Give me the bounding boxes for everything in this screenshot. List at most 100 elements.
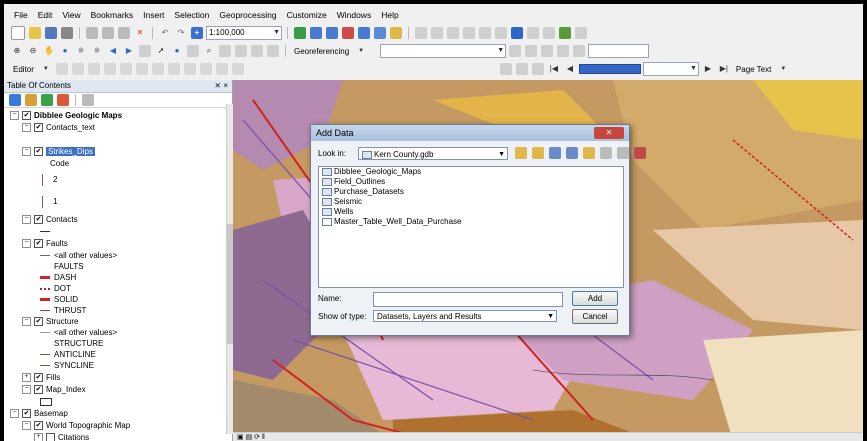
menu-file[interactable]: File	[14, 10, 28, 24]
toc-layer-structure[interactable]: − ✔ Structure	[22, 316, 78, 327]
checkbox-icon[interactable]: ✔	[34, 215, 43, 225]
toc-scrollbar[interactable]	[226, 104, 233, 434]
toolbar-icon[interactable]	[251, 45, 263, 57]
cancel-button[interactable]: Cancel	[572, 309, 618, 324]
catalog-icon[interactable]	[600, 147, 612, 159]
checkbox-icon[interactable]: ✔	[34, 123, 43, 133]
toolbar-icon[interactable]	[515, 63, 528, 75]
previous-page-icon[interactable]: ◀	[564, 63, 576, 75]
list-item[interactable]: Wells	[319, 207, 623, 217]
toolbar-icon[interactable]	[167, 63, 180, 75]
home-folder-icon[interactable]	[532, 147, 544, 159]
options-icon[interactable]	[82, 94, 94, 106]
collapse-icon[interactable]: −	[22, 385, 31, 395]
editor-menu[interactable]: Editor	[13, 65, 34, 74]
toc-layer-fills[interactable]: + ✔ Fills	[22, 372, 60, 383]
look-in-combo[interactable]: Kern County.gdb ▼	[358, 147, 508, 160]
identify-icon[interactable]: ●	[171, 45, 183, 57]
paste-icon[interactable]	[118, 27, 130, 39]
chevron-down-icon[interactable]: ▼	[355, 45, 367, 57]
modelbuilder-icon[interactable]	[390, 27, 402, 39]
next-page-icon[interactable]: ▶	[702, 63, 714, 75]
toolbar-icon[interactable]	[531, 63, 544, 75]
toolbar-icon[interactable]	[139, 45, 151, 57]
delete-icon[interactable]	[634, 147, 646, 159]
toolbar-icon[interactable]	[509, 45, 522, 57]
collapse-icon[interactable]: −	[22, 147, 31, 157]
toc-symbol-anticline[interactable]: ANTICLINE	[40, 349, 96, 360]
menu-customize[interactable]: Customize	[287, 10, 327, 24]
toc-symbol-other-faults[interactable]: <all other values>	[40, 250, 117, 261]
toolbar-icon[interactable]	[71, 63, 84, 75]
list-item[interactable]: Master_Table_Well_Data_Purchase	[319, 217, 623, 227]
back-icon[interactable]: ◀	[107, 45, 119, 57]
toolbar-icon[interactable]	[431, 27, 443, 39]
print-icon[interactable]	[61, 27, 73, 39]
toolbar-icon[interactable]	[231, 63, 244, 75]
toc-layer-strikes-dips[interactable]: − ✔ Strikes_Dips	[22, 146, 95, 157]
list-item[interactable]: Dibblee_Geologic_Maps	[319, 167, 623, 177]
collapse-icon[interactable]: −	[22, 421, 31, 431]
add-button[interactable]: Add	[572, 291, 618, 306]
checkbox-icon[interactable]: ✔	[34, 147, 43, 157]
list-by-visibility-icon[interactable]	[41, 94, 53, 106]
toolbar-icon[interactable]	[235, 45, 247, 57]
checkbox-icon[interactable]: ✔	[34, 373, 43, 383]
menu-geoprocessing[interactable]: Geoprocessing	[219, 10, 276, 24]
toc-pin-close[interactable]: ⨯ ×	[214, 80, 228, 92]
page-combo[interactable]: ▼	[642, 62, 699, 76]
expand-icon[interactable]: +	[34, 433, 43, 441]
refresh-icon[interactable]: ⟳	[254, 434, 260, 441]
expand-icon[interactable]: +	[22, 373, 31, 383]
show-of-type-combo[interactable]: Datasets, Layers and Results ▼	[373, 310, 557, 322]
list-item[interactable]: Field_Outlines	[319, 177, 623, 187]
checkbox-icon[interactable]: ✔	[34, 421, 43, 431]
redo-icon[interactable]: ↷	[175, 27, 187, 39]
toolbar-icon[interactable]	[151, 63, 164, 75]
collapse-icon[interactable]: −	[22, 317, 31, 327]
toolbar-icon[interactable]	[215, 63, 228, 75]
menu-view[interactable]: View	[62, 10, 80, 24]
toolbar-icon[interactable]	[447, 27, 459, 39]
georeference-layer-combo[interactable]: ▼	[380, 44, 507, 58]
chevron-down-icon[interactable]: ▼	[777, 63, 789, 75]
toolbar-icon[interactable]	[575, 27, 587, 39]
collapse-icon[interactable]: −	[10, 111, 19, 121]
list-by-drawing-order-icon[interactable]	[9, 94, 21, 106]
toolbar-icon[interactable]	[103, 63, 116, 75]
list-item[interactable]: Seismic	[319, 197, 623, 207]
toolbar-icon[interactable]	[55, 63, 68, 75]
checkbox-icon[interactable]	[46, 433, 55, 441]
toc-symbol-dot[interactable]: DOT	[40, 283, 71, 294]
data-view-icon[interactable]: ▣	[237, 434, 244, 441]
python-window-icon[interactable]	[374, 27, 386, 39]
arctoolbox-icon[interactable]	[358, 27, 370, 39]
toolbar-icon[interactable]	[415, 27, 427, 39]
toolbar-icon[interactable]	[557, 45, 570, 57]
new-document-icon[interactable]	[11, 26, 25, 40]
list-by-selection-icon[interactable]	[57, 94, 69, 106]
full-extent-icon[interactable]: ●	[59, 45, 71, 57]
zoom-in-icon[interactable]: ⊕	[11, 45, 23, 57]
dataset-list[interactable]: Dibblee_Geologic_Maps Field_Outlines Pur…	[318, 166, 624, 288]
copy-icon[interactable]	[102, 27, 114, 39]
delete-icon[interactable]: ✕	[134, 27, 146, 39]
collapse-icon[interactable]: −	[22, 215, 31, 225]
toolbar-icon[interactable]	[463, 27, 475, 39]
add-data-icon[interactable]: +	[191, 27, 203, 39]
checkbox-icon[interactable]: ✔	[34, 317, 43, 327]
pause-icon[interactable]: ‖	[262, 434, 265, 441]
undo-icon[interactable]: ↶	[159, 27, 171, 39]
checkbox-icon[interactable]: ✔	[34, 239, 43, 249]
close-button[interactable]: ✕	[594, 127, 624, 139]
view-menu-icon[interactable]	[566, 147, 578, 159]
toc-layer-citations[interactable]: + Citations	[34, 432, 89, 441]
checkbox-icon[interactable]: ✔	[22, 111, 31, 121]
checkbox-icon[interactable]: ✔	[22, 409, 31, 419]
toc-symbol-dash[interactable]: DASH	[40, 272, 76, 283]
toolbar-icon[interactable]	[525, 45, 538, 57]
toolbar-icon[interactable]	[267, 45, 279, 57]
last-page-icon[interactable]: ▶|	[718, 63, 730, 75]
toc-symbol-2[interactable]: 2	[42, 174, 57, 186]
toolbar-icon[interactable]	[499, 63, 512, 75]
